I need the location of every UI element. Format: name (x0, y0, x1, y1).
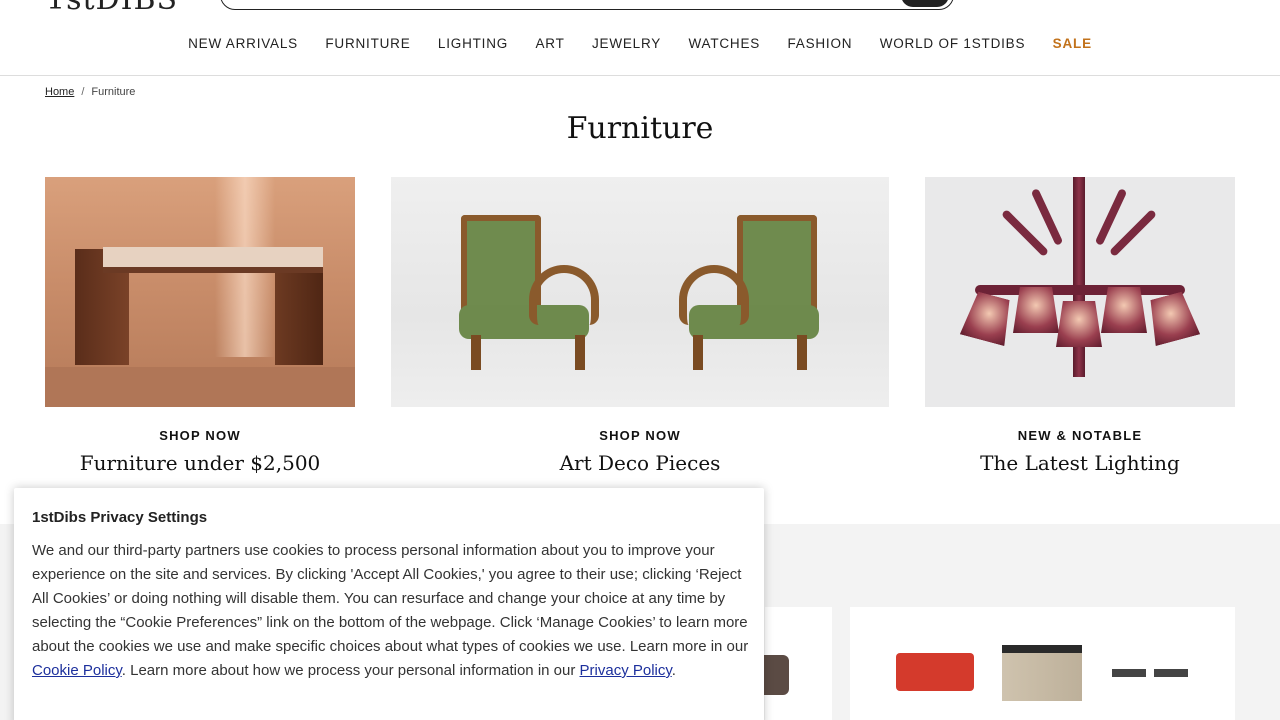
tile-kicker[interactable]: SHOP NOW (45, 428, 355, 443)
tile-kicker[interactable]: NEW & NOTABLE (925, 428, 1235, 443)
search-button[interactable] (901, 0, 949, 7)
nav-lighting[interactable]: LIGHTING (424, 36, 522, 51)
nav-world-of-1stdibs[interactable]: WORLD OF 1STDIBS (866, 36, 1039, 51)
promo-tile-furniture-under[interactable]: SHOP NOW Furniture under $2,500 (45, 177, 355, 475)
privacy-settings-dialog: 1stDibs Privacy Settings We and our thir… (14, 488, 764, 720)
site-header: 1stDIBS NEW ARRIVALS FURNITURE LIGHTING … (0, 0, 1280, 76)
nav-art[interactable]: ART (522, 36, 579, 51)
red-sofa-thumbnail (896, 653, 974, 691)
nav-jewelry[interactable]: JEWELRY (578, 36, 675, 51)
armchair-left (449, 215, 599, 370)
coffee-table-image[interactable] (45, 177, 355, 407)
product-card[interactable] (753, 607, 832, 720)
tile-caption[interactable]: Furniture under $2,500 (45, 451, 355, 475)
art-deco-chairs-image[interactable] (391, 177, 889, 407)
breadcrumb: Home / Furniture (45, 86, 135, 98)
tile-caption[interactable]: The Latest Lighting (925, 451, 1235, 475)
nav-furniture[interactable]: FURNITURE (312, 36, 425, 51)
privacy-policy-link[interactable]: Privacy Policy (580, 662, 672, 679)
cookie-policy-link[interactable]: Cookie Policy (32, 662, 122, 679)
main-nav: NEW ARRIVALS FURNITURE LIGHTING ART JEWE… (0, 36, 1280, 51)
nav-fashion[interactable]: FASHION (774, 36, 866, 51)
chandelier-image[interactable] (925, 177, 1235, 407)
page-title: Furniture (566, 111, 714, 146)
tile-kicker[interactable]: SHOP NOW (391, 428, 889, 443)
search-input[interactable] (220, 0, 954, 10)
breadcrumb-home[interactable]: Home (45, 86, 74, 98)
privacy-text: . Learn more about how we process your p… (121, 662, 580, 679)
privacy-text: . (671, 662, 676, 679)
privacy-title: 1stDibs Privacy Settings (32, 509, 208, 526)
armchair-right (679, 215, 829, 370)
breadcrumb-separator: / (81, 86, 85, 98)
privacy-text: We and our third-party partners use cook… (32, 542, 749, 655)
breadcrumb-current: Furniture (91, 86, 136, 98)
privacy-body: We and our third-party partners use cook… (32, 539, 750, 683)
promo-tile-latest-lighting[interactable]: NEW & NOTABLE The Latest Lighting (925, 177, 1235, 475)
tile-caption[interactable]: Art Deco Pieces (391, 451, 889, 475)
stool-thumbnail (1112, 669, 1146, 695)
sideboard-thumbnail (1002, 645, 1082, 701)
promo-tile-art-deco[interactable]: SHOP NOW Art Deco Pieces (391, 177, 889, 475)
stool-thumbnail (1154, 669, 1188, 695)
nav-sale[interactable]: SALE (1039, 36, 1106, 51)
nav-watches[interactable]: WATCHES (675, 36, 774, 51)
nav-new-arrivals[interactable]: NEW ARRIVALS (174, 36, 311, 51)
product-card[interactable] (850, 607, 1235, 720)
site-logo[interactable]: 1stDIBS (46, 0, 178, 17)
